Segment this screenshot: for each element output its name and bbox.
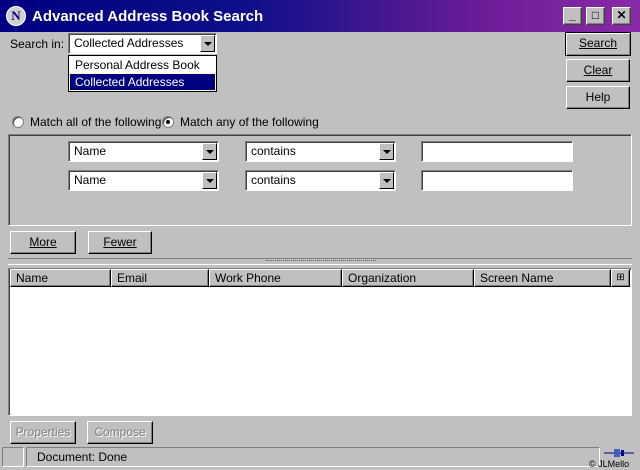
search-in-select[interactable]: Collected Addresses <box>68 33 217 54</box>
help-button[interactable]: Help <box>566 86 630 109</box>
chevron-down-icon[interactable] <box>202 172 217 189</box>
criteria-field-select[interactable]: Name <box>68 141 219 162</box>
panel-splitter[interactable] <box>8 258 632 265</box>
window-title: Advanced Address Book Search <box>32 8 264 25</box>
chevron-down-icon[interactable] <box>379 143 394 160</box>
minimize-button[interactable]: _ <box>563 7 582 25</box>
criteria-value-input[interactable] <box>421 141 573 162</box>
dropdown-option-collected[interactable]: Collected Addresses <box>69 73 216 91</box>
close-icon: ✕ <box>616 8 627 22</box>
online-status-icon <box>602 448 636 458</box>
close-button[interactable]: ✕ <box>612 7 631 25</box>
match-all-label[interactable]: Match all of the following <box>30 115 161 129</box>
search-in-label: Search in: <box>10 37 65 51</box>
fewer-button[interactable]: Fewer <box>88 231 152 254</box>
results-table[interactable]: Name Email Work Phone Organization Scree… <box>8 268 632 416</box>
chevron-down-icon[interactable] <box>200 35 215 52</box>
status-text: Document: Done <box>37 450 128 464</box>
column-header-email[interactable]: Email <box>111 269 209 287</box>
criteria-value-input[interactable] <box>421 170 573 191</box>
clear-button[interactable]: Clear <box>566 59 630 82</box>
credit-text: © JLMello <box>589 459 630 469</box>
criteria-field-select[interactable]: Name <box>68 170 219 191</box>
column-picker-icon[interactable]: ⊞ <box>611 269 630 287</box>
more-button[interactable]: More <box>10 231 76 254</box>
maximize-icon: □ <box>591 8 600 22</box>
dropdown-option-personal[interactable]: Personal Address Book <box>70 57 215 73</box>
status-bar: Document: Done <box>26 447 600 467</box>
compose-button[interactable]: Compose <box>87 421 153 444</box>
column-header-organization[interactable]: Organization <box>342 269 474 287</box>
column-header-work-phone[interactable]: Work Phone <box>209 269 342 287</box>
chevron-down-icon[interactable] <box>379 172 394 189</box>
chevron-down-icon[interactable] <box>202 143 217 160</box>
splitter-grip-icon <box>266 260 376 263</box>
netscape-logo-icon: N <box>6 6 26 26</box>
minimize-icon: _ <box>569 8 576 22</box>
match-any-label[interactable]: Match any of the following <box>180 115 319 129</box>
security-status-panel <box>2 447 24 467</box>
maximize-button[interactable]: □ <box>586 7 605 25</box>
title-bar[interactable]: N Advanced Address Book Search _ □ ✕ <box>0 0 640 32</box>
match-all-radio[interactable] <box>12 116 24 128</box>
search-in-dropdown-list[interactable]: Personal Address Book Collected Addresse… <box>68 55 217 92</box>
properties-button[interactable]: Properties <box>10 421 76 444</box>
search-in-value: Collected Addresses <box>74 36 184 50</box>
criteria-operator-select[interactable]: contains <box>245 141 396 162</box>
search-button[interactable]: Search <box>565 32 631 56</box>
column-header-name[interactable]: Name <box>10 269 111 287</box>
match-any-radio[interactable] <box>162 116 174 128</box>
criteria-panel: Name contains Name contains <box>8 134 632 226</box>
column-header-screen-name[interactable]: Screen Name <box>474 269 611 287</box>
criteria-operator-select[interactable]: contains <box>245 170 396 191</box>
